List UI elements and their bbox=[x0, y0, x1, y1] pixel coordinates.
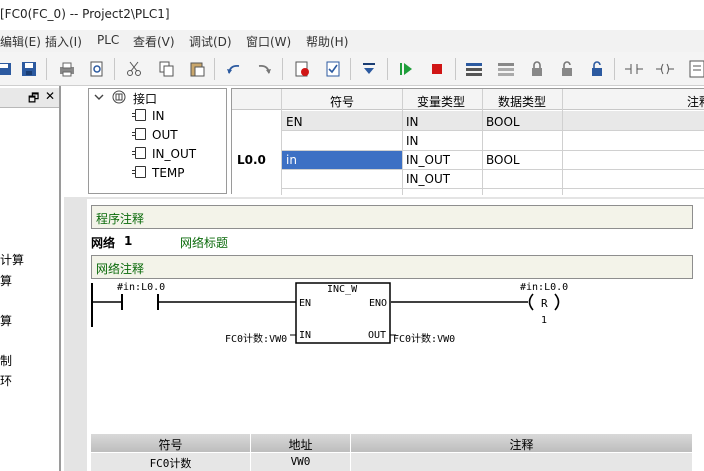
insert-coil-icon[interactable] bbox=[655, 59, 675, 79]
undo-icon[interactable] bbox=[224, 59, 244, 79]
tree-item-label: IN_OUT bbox=[152, 147, 197, 161]
print-icon[interactable] bbox=[57, 59, 77, 79]
toolbar bbox=[0, 52, 704, 86]
header-comment[interactable]: 注释 bbox=[351, 434, 693, 452]
tree-item[interactable]: 计算 bbox=[0, 251, 24, 268]
menu-insert[interactable]: 插入(I) bbox=[45, 33, 82, 50]
table-status-icon[interactable] bbox=[496, 59, 516, 79]
contact-label[interactable]: #in:L0.0 bbox=[117, 282, 165, 293]
menu-debug[interactable]: 调试(D) bbox=[189, 33, 232, 50]
cell-comment[interactable] bbox=[351, 453, 693, 471]
interface-icon bbox=[112, 90, 126, 104]
copy-icon[interactable] bbox=[156, 59, 176, 79]
cell-symbol[interactable]: in bbox=[286, 153, 297, 167]
cell-var-type[interactable]: IN bbox=[406, 115, 419, 129]
tree-item-label: TEMP bbox=[152, 166, 185, 180]
tree-item-out[interactable]: OUT bbox=[132, 128, 178, 142]
menu-bar: 编辑(E) 插入(I) PLC 查看(V) 调试(D) 窗口(W) 帮助(H) bbox=[0, 30, 704, 52]
print-preview-icon[interactable] bbox=[87, 59, 107, 79]
menu-edit[interactable]: 编辑(E) bbox=[0, 33, 41, 50]
tree-item-in-out[interactable]: IN_OUT bbox=[132, 147, 197, 161]
coil-right bbox=[554, 293, 560, 311]
network-comment[interactable]: 网络注释 bbox=[91, 255, 693, 279]
tree-item[interactable]: 环 bbox=[0, 372, 12, 389]
network-title[interactable]: 网络标题 bbox=[180, 234, 228, 251]
tree-item-label: IN bbox=[152, 109, 165, 123]
chevron-down-icon[interactable] bbox=[94, 92, 104, 102]
header-comment[interactable]: 注释 bbox=[687, 93, 704, 110]
tree-item-label: OUT bbox=[152, 128, 178, 142]
cell-symbol[interactable]: EN bbox=[286, 115, 303, 129]
unlock-icon[interactable] bbox=[557, 59, 577, 79]
stop-icon[interactable] bbox=[427, 59, 447, 79]
address-label: L0.0 bbox=[237, 153, 266, 167]
menu-help[interactable]: 帮助(H) bbox=[306, 33, 348, 50]
program-comment[interactable]: 程序注释 bbox=[91, 205, 693, 229]
coil-count[interactable]: 1 bbox=[541, 315, 547, 326]
title-bar: [FC0(FC_0) -- Project2\PLC1] bbox=[0, 0, 704, 30]
header-symbol[interactable]: 符号 bbox=[91, 434, 251, 452]
cell-var-type[interactable]: IN_OUT bbox=[406, 153, 450, 167]
insert-contact-icon[interactable] bbox=[624, 59, 644, 79]
lock-icon[interactable] bbox=[527, 59, 547, 79]
network-label: 网络 bbox=[91, 236, 116, 250]
interface-tree: 接口 IN OUT IN_OUT TEMP bbox=[88, 88, 227, 194]
cell-var-type[interactable]: IN_OUT bbox=[406, 172, 450, 186]
menu-plc[interactable]: PLC bbox=[97, 33, 119, 47]
tree-item-temp[interactable]: TEMP bbox=[132, 166, 185, 180]
selected-cell bbox=[281, 150, 402, 169]
header-var-type[interactable]: 变量类型 bbox=[417, 93, 465, 110]
parameter-icon bbox=[132, 128, 146, 140]
close-icon[interactable]: ✕ bbox=[45, 89, 55, 103]
cell-data-type[interactable]: BOOL bbox=[486, 115, 520, 129]
pin-eno: ENO bbox=[369, 298, 388, 309]
open-icon[interactable] bbox=[0, 59, 14, 79]
paste-icon[interactable] bbox=[187, 59, 207, 79]
instruction-tree-pane: 🗗 ✕ 计算 算 算 制 环 bbox=[0, 86, 61, 471]
pin-icon[interactable]: 🗗 bbox=[28, 89, 39, 110]
tree-item-in[interactable]: IN bbox=[132, 109, 165, 123]
table-header-row bbox=[232, 89, 704, 110]
cell-var-type[interactable]: IN bbox=[406, 134, 419, 148]
parameter-icon bbox=[132, 109, 146, 121]
block-name[interactable]: INC_W bbox=[327, 284, 357, 295]
pin-in: IN bbox=[299, 330, 312, 341]
parameter-icon bbox=[132, 147, 146, 159]
pin-en: EN bbox=[299, 298, 312, 309]
cell-symbol[interactable]: FC0计数 bbox=[91, 453, 251, 471]
parameter-icon bbox=[132, 166, 146, 178]
tree-item[interactable]: 算 bbox=[0, 272, 12, 289]
variable-table: 符号 变量类型 数据类型 注释 L0.0 EN IN BOOL IN in IN… bbox=[231, 88, 704, 195]
compile-icon[interactable] bbox=[292, 59, 312, 79]
window-title: [FC0(FC_0) -- Project2\PLC1] bbox=[0, 7, 170, 21]
compile-all-icon[interactable] bbox=[323, 59, 343, 79]
symbol-info-table: 符号 地址 注释 FC0计数 VW0 bbox=[91, 434, 693, 471]
pane-header: 🗗 ✕ bbox=[0, 88, 59, 108]
menu-view[interactable]: 查看(V) bbox=[133, 33, 175, 50]
network-number: 1 bbox=[124, 234, 133, 248]
coil-type: R bbox=[541, 297, 548, 310]
pin-out: OUT bbox=[368, 330, 387, 341]
tree-item[interactable]: 制 bbox=[0, 352, 12, 369]
cell-address[interactable]: VW0 bbox=[251, 453, 351, 471]
tree-item[interactable]: 算 bbox=[0, 312, 12, 329]
header-address[interactable]: 地址 bbox=[251, 434, 351, 452]
out-operand[interactable]: FC0计数:VW0 bbox=[393, 330, 455, 345]
insert-box-icon[interactable] bbox=[687, 59, 704, 79]
menu-window[interactable]: 窗口(W) bbox=[246, 33, 291, 50]
tree-root-label[interactable]: 接口 bbox=[133, 90, 157, 107]
coil-label[interactable]: #in:L0.0 bbox=[520, 282, 568, 293]
run-icon[interactable] bbox=[396, 59, 416, 79]
force-icon[interactable] bbox=[587, 59, 607, 79]
header-data-type[interactable]: 数据类型 bbox=[498, 93, 546, 110]
in-operand[interactable]: FC0计数:VW0 bbox=[225, 330, 287, 345]
cut-icon[interactable] bbox=[124, 59, 144, 79]
coil-left bbox=[528, 293, 534, 311]
save-icon[interactable] bbox=[19, 59, 39, 79]
header-symbol[interactable]: 符号 bbox=[330, 93, 354, 110]
download-icon[interactable] bbox=[359, 59, 379, 79]
cell-data-type[interactable]: BOOL bbox=[486, 153, 520, 167]
redo-icon[interactable] bbox=[254, 59, 274, 79]
program-status-icon[interactable] bbox=[464, 59, 484, 79]
